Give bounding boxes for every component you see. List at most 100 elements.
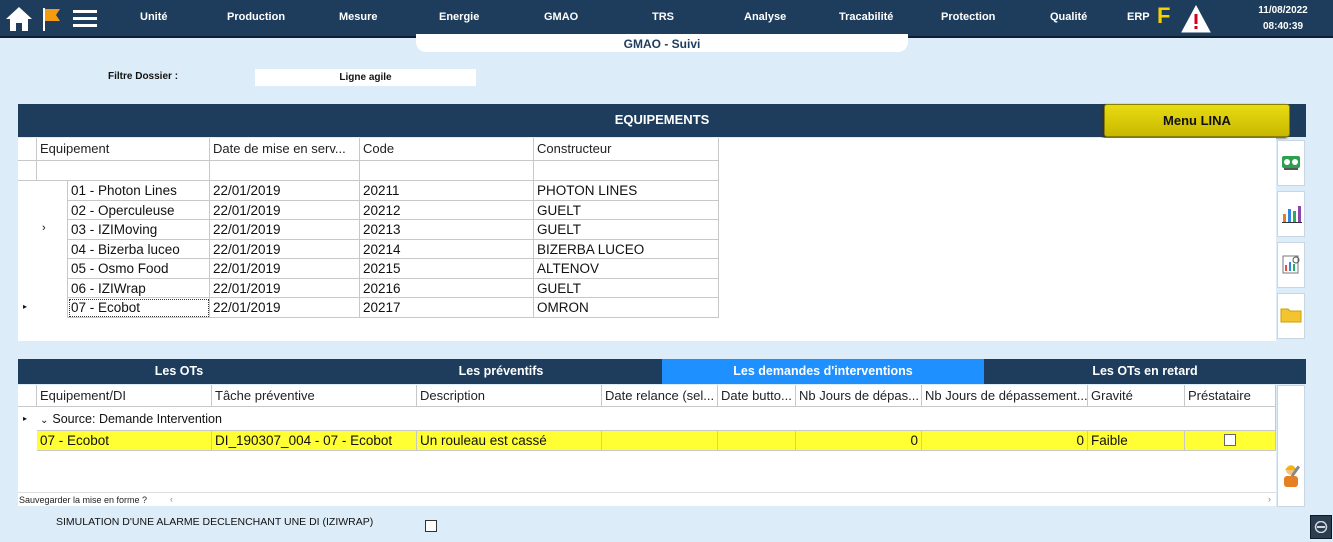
date-cell[interactable]: 22/01/2019 [210, 181, 360, 201]
tab-ots[interactable]: Les OTs [18, 359, 340, 384]
nav-unite[interactable]: Unité [140, 11, 168, 23]
hamburger-menu-icon[interactable] [72, 8, 98, 33]
horizontal-scrollbar[interactable]: ‹ › [18, 492, 1276, 506]
interventions-grid: Equipement/DI Tâche préventive Descripti… [18, 385, 1276, 492]
code-cell[interactable]: 20215 [360, 259, 534, 279]
report-button[interactable] [1277, 242, 1305, 288]
equipement-cell[interactable]: 02 - Operculeuse [68, 201, 210, 220]
simulation-checkbox[interactable] [425, 520, 437, 532]
col-code[interactable]: Code [360, 138, 534, 161]
constructeur-cell[interactable]: GUELT [534, 279, 719, 298]
code-cell[interactable]: 20216 [360, 279, 534, 298]
tab-preventifs[interactable]: Les préventifs [340, 359, 662, 384]
col-description[interactable]: Description [417, 385, 602, 407]
equipement-cell[interactable]: 05 - Osmo Food [68, 259, 210, 279]
collapse-chevron-icon[interactable]: ⌄ [40, 415, 48, 426]
col-date-relance[interactable]: Date relance (sel... [602, 385, 718, 407]
date-time-display: 11/08/2022 08:40:39 [1240, 3, 1326, 35]
constructeur-cell[interactable]: OMRON [534, 298, 719, 318]
flag-icon[interactable] [40, 5, 64, 36]
equipement-cell[interactable]: 03 - IZIMoving [68, 220, 210, 240]
nav-energie[interactable]: Energie [439, 11, 479, 23]
alert-icon[interactable] [1180, 4, 1212, 37]
constructeur-cell[interactable]: ALTENOV [534, 259, 719, 279]
group-label: Source: Demande Intervention [52, 412, 222, 426]
current-row-marker-icon: ▸ [23, 302, 28, 311]
equipements-grid: Equipement Date de mise en serv... Code … [18, 138, 1276, 341]
filter-constructeur[interactable] [534, 161, 719, 181]
di-gravite-cell[interactable]: Faible [1088, 431, 1185, 451]
tab-ots-en-retard[interactable]: Les OTs en retard [984, 359, 1306, 384]
equipement-cell[interactable]: 04 - Bizerba luceo [68, 240, 210, 259]
row-selector-header [18, 385, 37, 407]
corner-settings-button[interactable] [1310, 515, 1332, 539]
filter-dossier-select[interactable]: Ligne agile [255, 69, 476, 86]
di-date-relance-cell[interactable] [602, 431, 718, 451]
code-cell[interactable]: 20214 [360, 240, 534, 259]
simulation-label: SIMULATION D'UNE ALARME DECLENCHANT UNE … [56, 516, 374, 528]
di-date-butoir-cell[interactable] [718, 431, 796, 451]
chart-button[interactable] [1277, 191, 1305, 237]
menu-lina-button[interactable]: Menu LINA [1104, 104, 1290, 137]
filter-equipement[interactable] [37, 161, 210, 181]
di-description-cell[interactable]: Un rouleau est cassé [417, 431, 602, 451]
date-cell[interactable]: 22/01/2019 [210, 298, 360, 318]
prestataire-checkbox[interactable] [1224, 434, 1236, 446]
date-cell[interactable]: 22/01/2019 [210, 259, 360, 279]
di-tache-cell[interactable]: DI_190307_004 - 07 - Ecobot [212, 431, 417, 451]
date-cell[interactable]: 22/01/2019 [210, 220, 360, 240]
date-cell[interactable]: 22/01/2019 [210, 201, 360, 220]
constructeur-cell[interactable]: PHOTON LINES [534, 181, 719, 201]
di-prestataire-cell[interactable] [1185, 431, 1276, 451]
filter-code[interactable] [360, 161, 534, 181]
save-layout-hint[interactable]: Sauvegarder la mise en forme ? [19, 495, 147, 505]
constructeur-cell[interactable]: GUELT [534, 220, 719, 240]
col-prestataire[interactable]: Préstataire [1185, 385, 1276, 407]
nav-trs[interactable]: TRS [652, 11, 674, 23]
constructeur-cell[interactable]: GUELT [534, 201, 719, 220]
current-row-marker-icon: ▸ [23, 414, 28, 423]
constructeur-cell[interactable]: BIZERBA LUCEO [534, 240, 719, 259]
equipement-cell-selected[interactable]: 07 - Ecobot [68, 298, 210, 318]
scroll-right-icon[interactable]: › [1268, 494, 1271, 504]
col-equipement-di[interactable]: Equipement/DI [37, 385, 212, 407]
nav-analyse[interactable]: Analyse [744, 11, 786, 23]
home-icon[interactable] [4, 5, 34, 36]
machine-button[interactable] [1277, 140, 1305, 186]
col-gravite[interactable]: Gravité [1088, 385, 1185, 407]
date-cell[interactable]: 22/01/2019 [210, 240, 360, 259]
code-cell[interactable]: 20212 [360, 201, 534, 220]
tab-demandes-interventions[interactable]: Les demandes d'interventions [662, 359, 984, 384]
nav-tracabilite[interactable]: Tracabilité [839, 11, 893, 23]
nav-protection[interactable]: Protection [941, 11, 995, 23]
di-nb-jours-1-cell[interactable]: 0 [796, 431, 922, 451]
group-row[interactable]: ⌄ Source: Demande Intervention [37, 407, 1276, 431]
equipement-cell[interactable]: 01 - Photon Lines [68, 181, 210, 201]
machine-icon [1280, 152, 1302, 175]
nav-production[interactable]: Production [227, 11, 285, 23]
code-cell[interactable]: 20211 [360, 181, 534, 201]
col-constructeur[interactable]: Constructeur [534, 138, 719, 161]
equipement-cell[interactable]: 06 - IZIWrap [68, 279, 210, 298]
di-nb-jours-2-cell[interactable]: 0 [922, 431, 1088, 451]
f-badge[interactable]: F [1157, 3, 1170, 29]
nav-gmao[interactable]: GMAO [544, 11, 578, 23]
technician-button[interactable] [1277, 385, 1305, 507]
filter-date[interactable] [210, 161, 360, 181]
col-tache-preventive[interactable]: Tâche préventive [212, 385, 417, 407]
di-equipement-cell[interactable]: 07 - Ecobot [37, 431, 212, 451]
col-nb-jours-2[interactable]: Nb Jours de dépassement... [922, 385, 1088, 407]
folder-button[interactable] [1277, 293, 1305, 339]
code-cell[interactable]: 20217 [360, 298, 534, 318]
col-date-mise-service[interactable]: Date de mise en serv... [210, 138, 360, 161]
expand-chevron-icon[interactable]: › [42, 222, 46, 234]
col-nb-jours-1[interactable]: Nb Jours de dépas... [796, 385, 922, 407]
nav-qualite[interactable]: Qualité [1050, 11, 1087, 23]
date-cell[interactable]: 22/01/2019 [210, 279, 360, 298]
scroll-left-icon[interactable]: ‹ [170, 494, 173, 504]
nav-mesure[interactable]: Mesure [339, 11, 378, 23]
col-date-butoir[interactable]: Date butto... [718, 385, 796, 407]
nav-erp[interactable]: ERP [1127, 11, 1150, 23]
code-cell[interactable]: 20213 [360, 220, 534, 240]
col-equipement[interactable]: Equipement [37, 138, 210, 161]
